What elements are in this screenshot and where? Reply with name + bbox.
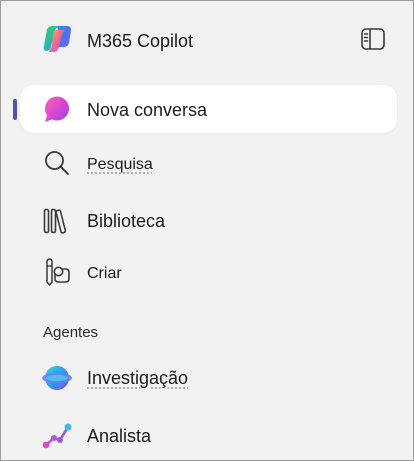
nav-item-search[interactable]: Pesquisa [20,138,397,186]
sidebar-toggle-icon[interactable] [359,26,387,52]
nav-item-label: Criar [87,265,122,282]
nav-item-label: Nova conversa [87,100,208,120]
nav-item-label: Analista [87,426,152,446]
library-icon [43,208,67,234]
researcher-agent-icon [42,366,72,390]
analyst-agent-icon [42,423,72,449]
nav-item-create[interactable]: Criar [20,247,397,295]
nav-item-library[interactable]: Biblioteca [20,196,397,244]
copilot-chat-icon [45,96,69,122]
sidebar-panel: M365 Copilot Nova conversa Pesquisa Bibl… [0,0,414,461]
search-icon [45,151,69,175]
sidebar-header: M365 Copilot [1,21,413,61]
agent-item-researcher[interactable]: Investigação [20,353,397,401]
nav-item-label: Investigação [87,368,189,388]
app-title: M365 Copilot [87,31,194,51]
create-icon [46,258,70,286]
agent-item-analyst[interactable]: Analista [20,411,397,459]
nav-item-new-chat[interactable]: Nova conversa [20,85,397,133]
nav-item-label: Pesquisa [87,156,153,173]
m365-copilot-logo-icon [43,26,71,52]
nav-item-label: Biblioteca [87,211,166,231]
active-item-indicator [13,99,17,120]
agents-section-heading: Agentes [43,324,99,341]
